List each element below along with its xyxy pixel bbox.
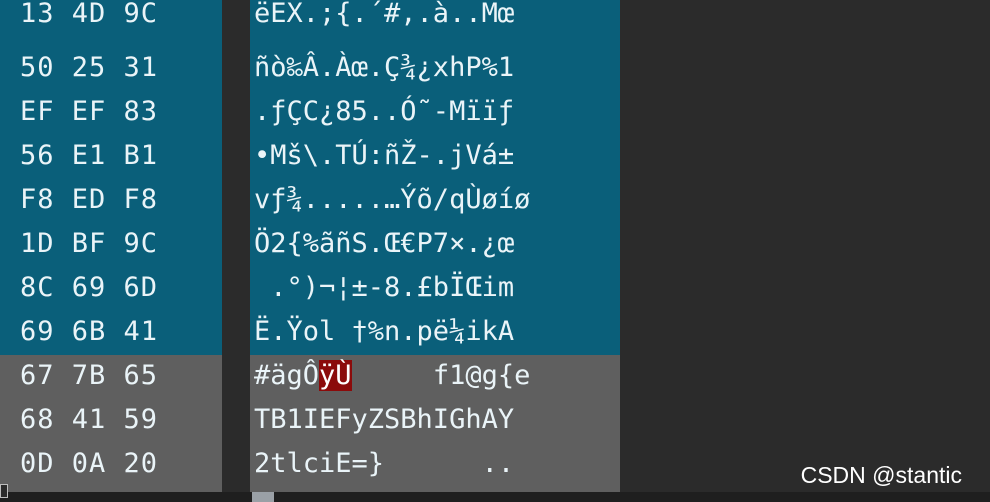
hex-row[interactable]: 1D BF 9C [0,224,222,263]
ascii-row[interactable]: TB1IEFyZSBhIGhAY [250,400,620,439]
hex-row[interactable]: 68 41 59 [0,400,222,439]
hex-row[interactable]: 8C 69 6D [0,268,222,307]
ascii-row[interactable]: vƒ¾.....…Ýõ/qÙøíø [250,180,620,219]
hex-row[interactable]: 13 4D 9C [0,0,222,33]
corner-marker-icon [0,484,8,498]
ascii-row[interactable]: ëEX.;{.´#,.à..Mœ [250,0,620,33]
bottom-strip [0,492,990,502]
hex-row[interactable]: 69 6B 41 [0,312,222,351]
watermark-text: CSDN @stantic [800,462,962,488]
hex-row[interactable]: 67 7B 65 [0,356,222,395]
hex-row[interactable]: 0D 0A 20 [0,444,222,483]
hex-row[interactable]: 56 E1 B1 [0,136,222,175]
hex-row[interactable]: EF EF 83 [0,92,222,131]
ascii-row[interactable]: •Mš\.TÚ:ñŽ-.jVá± [250,136,620,175]
ascii-row[interactable]: Ë.Ÿol †%n.pë¼ikA [250,312,620,351]
text-caret [252,492,274,502]
hex-row[interactable]: F8 ED F8 [0,180,222,219]
ascii-row-cursor[interactable]: #ägÔÿÙ f1@g{e [250,356,620,395]
ascii-row[interactable]: Ö2{%ãñS.Œ€P7×.¿œ [250,224,620,263]
ascii-row[interactable]: .°)¬¦±-8.£bÏŒim [250,268,620,307]
cursor-highlight: ÿÙ [319,360,352,391]
ascii-row[interactable]: .ƒÇC¿85..Ó˜-Mïïƒ [250,92,620,131]
ascii-text-after-cursor: f1@g{e [351,360,531,391]
ascii-text-before-cursor: #ägÔ [254,360,320,391]
ascii-row[interactable]: ñò‰Â.Àœ.Ç¾¿xhP%1 [250,48,620,87]
hex-row[interactable]: 50 25 31 [0,48,222,87]
ascii-row[interactable]: 2tlciE=} .. [250,444,620,483]
